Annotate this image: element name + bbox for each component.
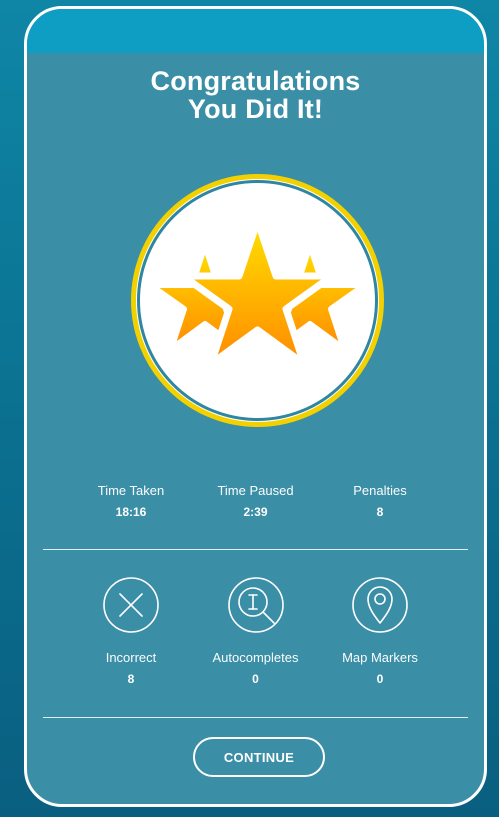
stat-label: Map Markers bbox=[342, 650, 418, 665]
help-icons-row bbox=[27, 575, 484, 635]
stat-value: 8 bbox=[127, 672, 135, 686]
divider bbox=[43, 549, 468, 550]
magnifier-info-icon bbox=[227, 577, 284, 633]
x-circle-icon-wrap bbox=[71, 575, 191, 635]
results-card: Congratulations You Did It! Time Taken 1… bbox=[24, 6, 487, 807]
card-header-bar bbox=[27, 9, 484, 53]
stat-label: Penalties bbox=[353, 483, 407, 498]
map-pin-icon bbox=[352, 577, 408, 633]
page-title: Congratulations You Did It! bbox=[27, 67, 484, 123]
stat-label: Time Paused bbox=[217, 483, 294, 498]
stat-penalties: Penalties 8 bbox=[320, 483, 440, 519]
three-stars-medal-icon bbox=[130, 173, 385, 428]
stat-autocompletes: Autocompletes 0 bbox=[196, 650, 316, 686]
stat-value: 18:16 bbox=[115, 505, 147, 519]
help-stats-row: Incorrect 8 Autocompletes 0 Map Markers … bbox=[27, 650, 484, 686]
stat-time-taken: Time Taken 18:16 bbox=[71, 483, 191, 519]
magnifier-info-icon-wrap bbox=[196, 575, 316, 635]
divider bbox=[43, 717, 468, 718]
stat-value: 8 bbox=[376, 505, 384, 519]
stat-label: Incorrect bbox=[105, 650, 157, 665]
stat-label: Time Taken bbox=[97, 483, 165, 498]
x-circle-icon bbox=[103, 577, 159, 633]
stat-time-paused: Time Paused 2:39 bbox=[196, 483, 316, 519]
stat-value: 0 bbox=[252, 672, 259, 686]
map-pin-icon-wrap bbox=[320, 575, 440, 635]
title-line-1: Congratulations bbox=[150, 66, 361, 96]
stat-value: 2:39 bbox=[243, 505, 268, 519]
stat-map-markers: Map Markers 0 bbox=[320, 650, 440, 686]
stat-incorrect: Incorrect 8 bbox=[71, 650, 191, 686]
time-stats-row: Time Taken 18:16 Time Paused 2:39 Penalt… bbox=[27, 483, 484, 519]
continue-button[interactable]: CONTINUE bbox=[193, 737, 325, 777]
stat-label: Autocompletes bbox=[212, 650, 299, 665]
title-line-2: You Did It! bbox=[187, 94, 324, 124]
stat-value: 0 bbox=[376, 672, 384, 686]
